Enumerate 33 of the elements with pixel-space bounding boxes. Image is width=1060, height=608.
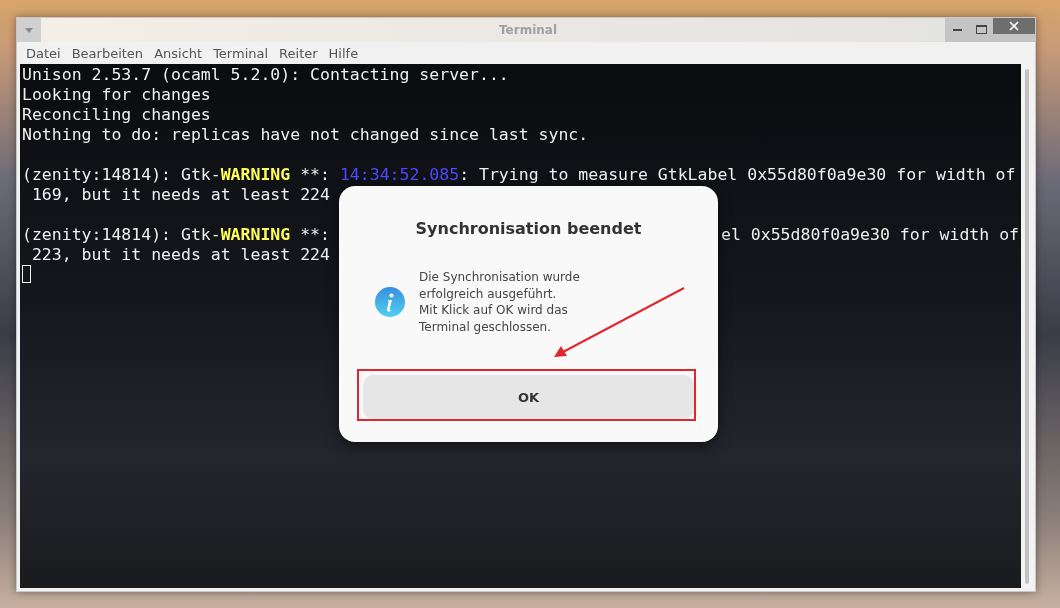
menu-item[interactable]: Datei: [21, 45, 67, 61]
menu-item[interactable]: Hilfe: [323, 45, 365, 61]
terminal-text: el 0x55d80f0a9e30 for width of: [721, 225, 1019, 245]
terminal-text: **:: [299, 225, 330, 245]
maximize-icon: [975, 25, 987, 35]
dialog-message: Die Synchronisation wurde erfolgreich ausgeführt. Mit Klick auf OK wird das Terminal geschlossen.: [419, 269, 580, 335]
text-cursor: [22, 265, 31, 283]
menu-item[interactable]: Terminal: [208, 45, 275, 61]
close-icon: [1009, 21, 1019, 31]
terminal-text: (zenity:14814): Gtk-: [22, 165, 221, 185]
caret-icon: [25, 27, 33, 33]
warning-label: WARNING: [220, 165, 291, 185]
terminal-text: Looking for changes: [22, 85, 211, 105]
terminal-text: : Trying to measure GtkLabel 0x55d80f0a9e30 for width of: [459, 165, 1016, 185]
minimize-icon: [952, 29, 962, 31]
timestamp: 14:34:52.085: [339, 165, 460, 185]
terminal-text: Nothing to do: replicas have not changed since last sync.: [22, 125, 589, 145]
ok-button[interactable]: OK: [363, 375, 694, 419]
terminal-text: 169, but it needs at least 224: [30, 185, 330, 205]
close-button[interactable]: [993, 18, 1035, 34]
window-title: Terminal: [498, 22, 558, 39]
terminal-text: Reconciling changes: [22, 105, 211, 125]
terminal-text: (zenity:14814): Gtk-: [22, 225, 221, 245]
terminal-text: 223, but it needs at least 224: [30, 245, 330, 265]
terminal-text: **:: [299, 165, 331, 185]
dialog-title: Synchronisation beendet: [415, 219, 642, 238]
info-icon: [375, 287, 405, 317]
menu-item[interactable]: Reiter: [274, 45, 324, 61]
menu-item[interactable]: Bearbeiten: [66, 45, 150, 61]
terminal-text: Unison 2.53.7 (ocaml 5.2.0): Contacting server...: [22, 65, 509, 85]
scrollbar[interactable]: [1025, 69, 1029, 584]
menu-item[interactable]: Ansicht: [149, 45, 209, 61]
warning-label: WARNING: [220, 225, 291, 245]
